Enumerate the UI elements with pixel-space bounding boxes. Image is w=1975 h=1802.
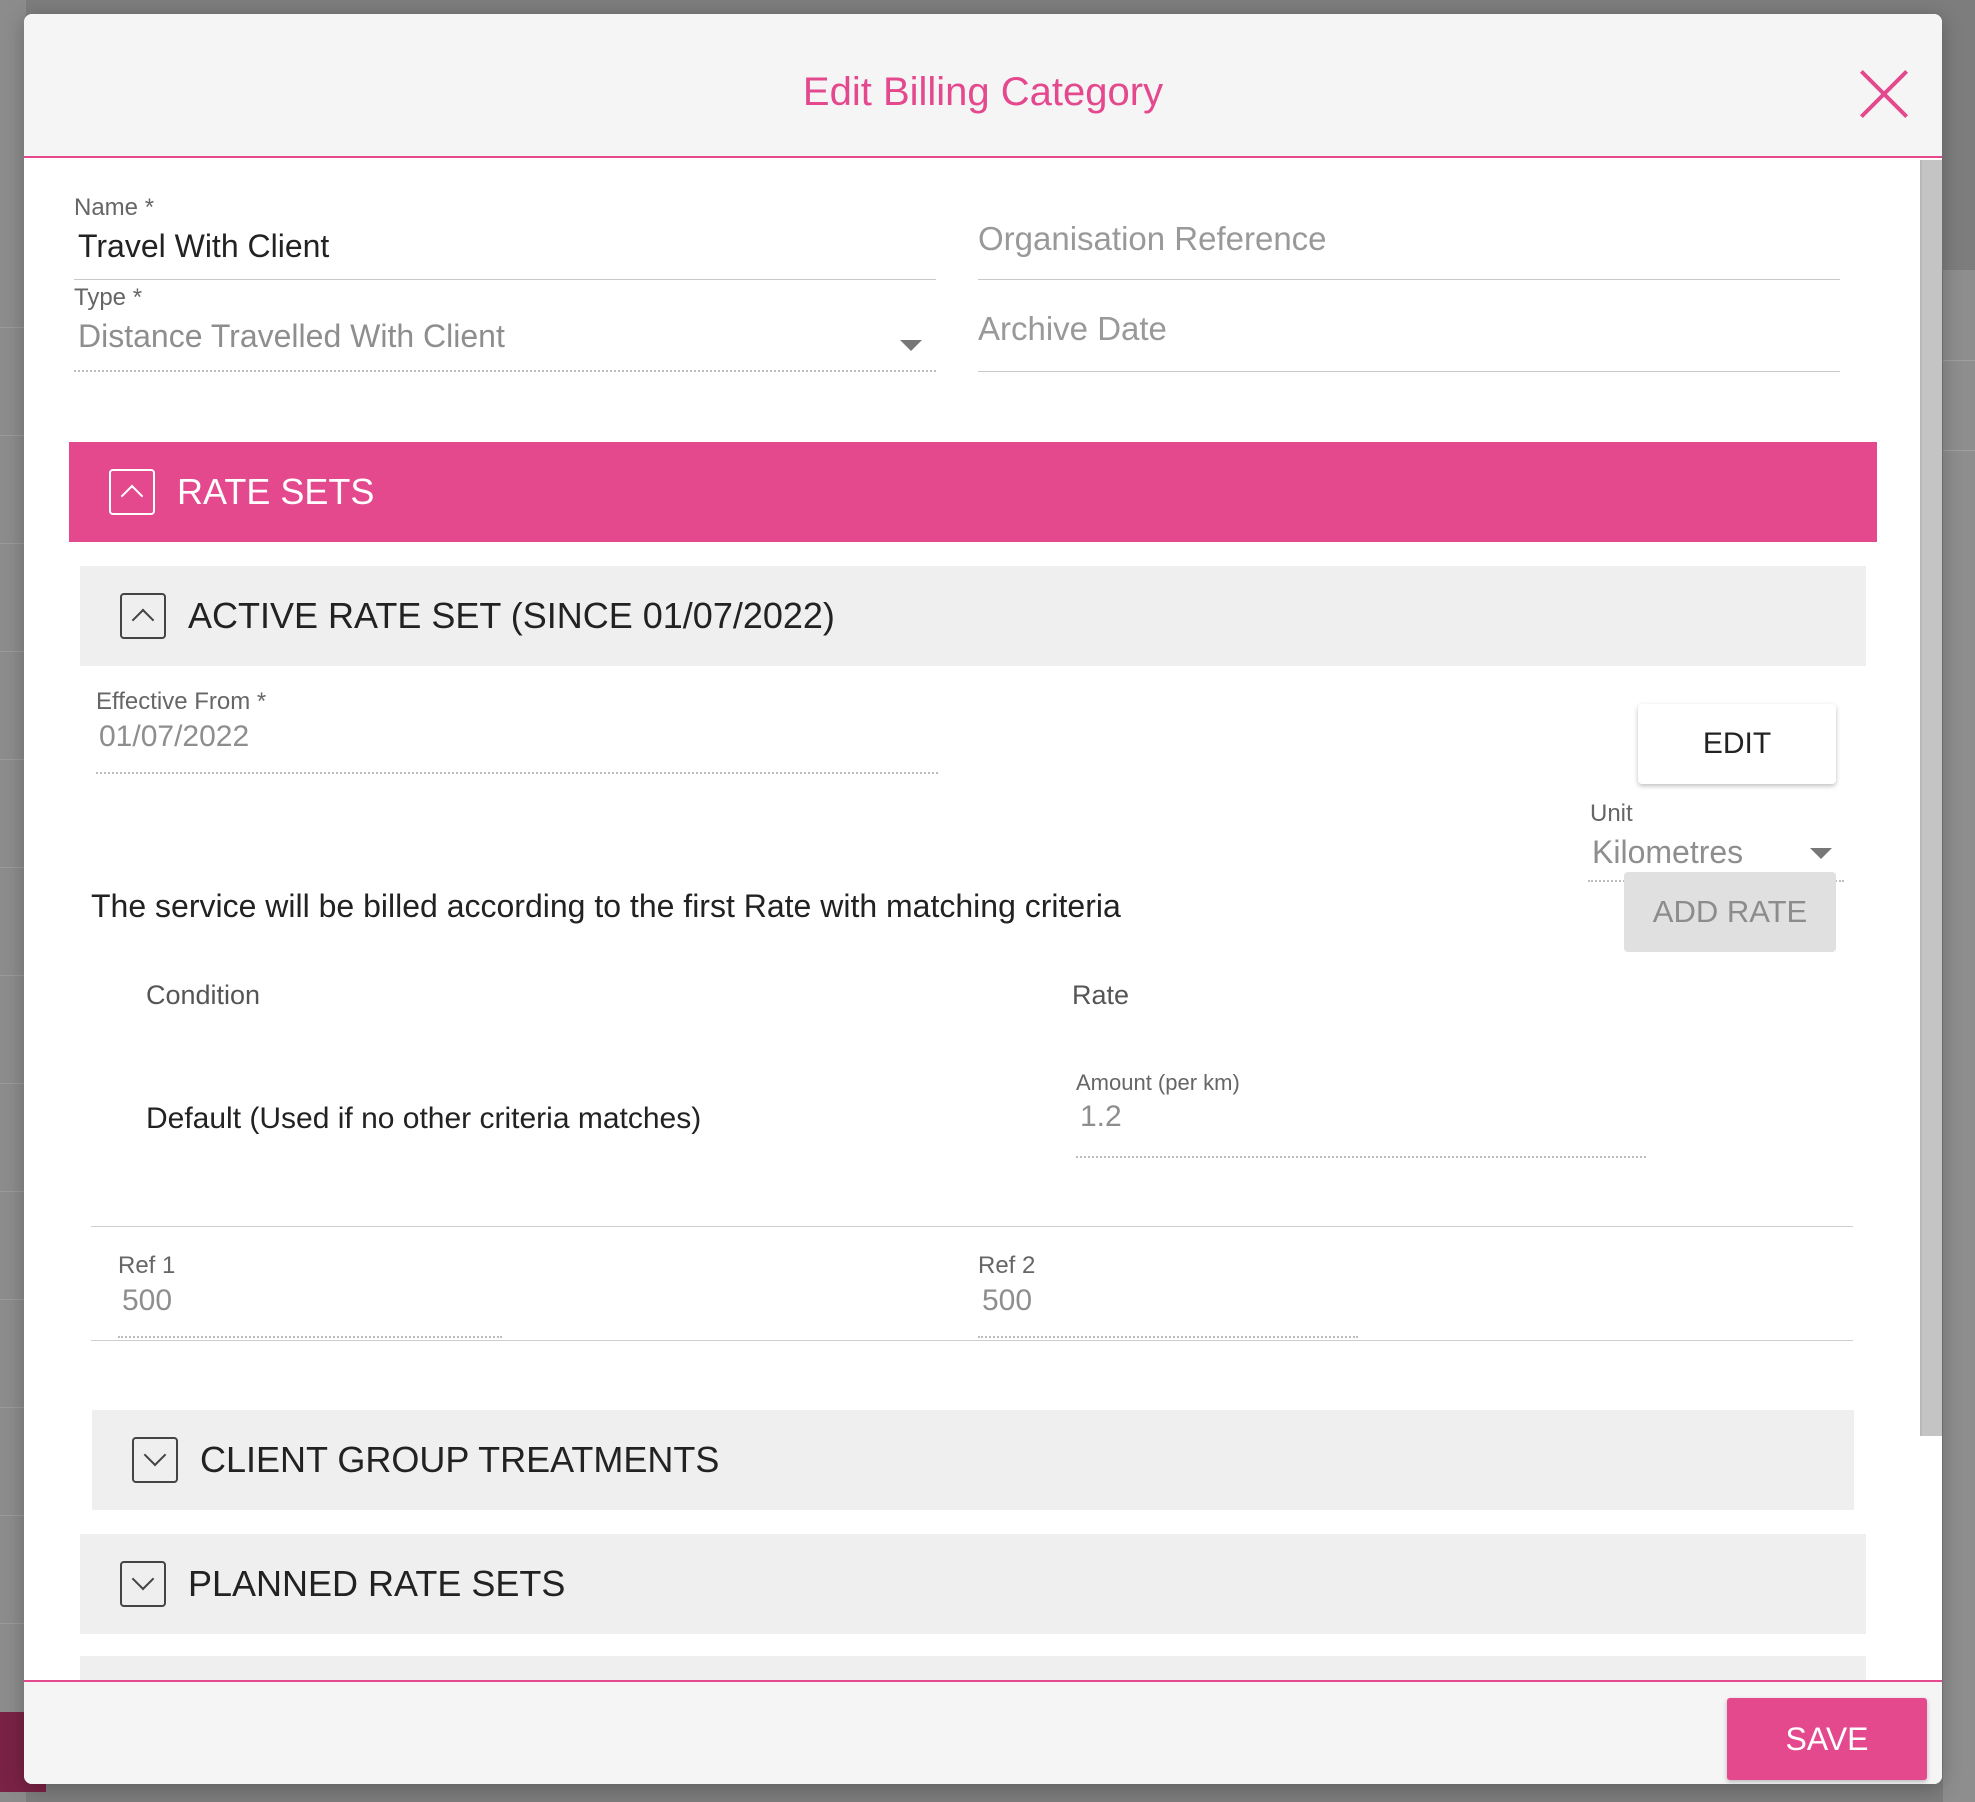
organisation-reference-input[interactable]: Organisation Reference xyxy=(978,220,1840,258)
ref1-field: Ref 1 500 xyxy=(118,1252,502,1338)
background-list-item xyxy=(0,1516,26,1624)
dialog-body: Name * Travel With Client Organisation R… xyxy=(24,160,1942,1680)
edit-billing-category-dialog: Edit Billing Category Name * Travel With… xyxy=(24,14,1942,1784)
ref1-label: Ref 1 xyxy=(118,1252,176,1279)
rate-sets-title: RATE SETS xyxy=(177,471,375,512)
ref1-value: 500 xyxy=(122,1284,173,1317)
active-rate-set-title: ACTIVE RATE SET (SINCE 01/07/2022) xyxy=(188,595,835,636)
chevron-up-icon[interactable] xyxy=(109,469,155,515)
background-list-column xyxy=(0,0,26,1802)
background-list-item xyxy=(0,1408,26,1516)
dialog-title: Edit Billing Category xyxy=(802,70,1164,114)
organisation-reference-field[interactable]: Organisation Reference xyxy=(978,220,1840,280)
amount-field: Amount (per km) 1.2 xyxy=(1076,1070,1646,1158)
background-list-item xyxy=(0,760,26,868)
background-list-item xyxy=(0,1300,26,1408)
chevron-down-icon[interactable] xyxy=(132,1437,178,1483)
close-icon[interactable] xyxy=(1856,66,1912,122)
dialog-footer: SAVE xyxy=(24,1680,1942,1784)
ref2-label: Ref 2 xyxy=(978,1252,1036,1279)
scrollbar[interactable] xyxy=(1920,160,1942,1436)
active-rate-set-header[interactable]: ACTIVE RATE SET (SINCE 01/07/2022) xyxy=(80,566,1866,666)
client-group-treatments-header[interactable]: CLIENT GROUP TREATMENTS xyxy=(92,1410,1854,1510)
chevron-down-icon[interactable] xyxy=(900,340,922,351)
background-list-item xyxy=(0,544,26,652)
background-list-item xyxy=(0,868,26,976)
condition-column-header: Condition xyxy=(146,980,261,1010)
background-list-item xyxy=(0,652,26,760)
type-value[interactable]: Distance Travelled With Client xyxy=(78,318,936,355)
background-list-item xyxy=(0,1192,26,1300)
add-rate-button: ADD RATE xyxy=(1624,872,1836,952)
type-select[interactable]: Type * Distance Travelled With Client xyxy=(74,284,936,372)
type-label: Type * xyxy=(74,284,143,311)
chevron-up-icon[interactable] xyxy=(120,593,166,639)
background-list-item xyxy=(0,976,26,1084)
ref2-value: 500 xyxy=(982,1284,1033,1317)
amount-value: 1.2 xyxy=(1080,1100,1122,1133)
ref2-field: Ref 2 500 xyxy=(978,1252,1358,1338)
amount-label: Amount (per km) xyxy=(1076,1070,1240,1095)
edit-button[interactable]: EDIT xyxy=(1638,704,1836,784)
background-list-item xyxy=(0,220,26,328)
client-group-treatments-title: CLIENT GROUP TREATMENTS xyxy=(200,1439,720,1480)
unit-label: Unit xyxy=(1590,800,1633,827)
archive-date-input[interactable]: Archive Date xyxy=(978,310,1840,348)
planned-rate-sets-title: PLANNED RATE SETS xyxy=(188,1563,566,1604)
background-list-item xyxy=(0,1084,26,1192)
unit-value[interactable]: Kilometres xyxy=(1592,834,1844,871)
name-input[interactable]: Travel With Client xyxy=(78,228,936,265)
name-label: Name * xyxy=(74,194,155,221)
chevron-down-icon[interactable] xyxy=(1810,848,1832,859)
save-button[interactable]: SAVE xyxy=(1727,1698,1927,1780)
unit-select[interactable]: Unit Kilometres xyxy=(1588,800,1844,882)
effective-from-value: 01/07/2022 xyxy=(99,720,250,753)
planned-rate-sets-header[interactable]: PLANNED RATE SETS xyxy=(80,1534,1866,1634)
background-list-item xyxy=(0,328,26,436)
background-list-item xyxy=(0,436,26,544)
row-divider xyxy=(91,1226,1853,1227)
next-section-header xyxy=(80,1656,1866,1680)
dialog-header: Edit Billing Category xyxy=(24,14,1942,158)
background-right-edge xyxy=(1943,270,1975,1802)
rate-sets-section-header[interactable]: RATE SETS xyxy=(69,442,1877,542)
name-field[interactable]: Name * Travel With Client xyxy=(74,194,936,280)
row-divider xyxy=(91,1340,1853,1341)
chevron-down-icon[interactable] xyxy=(120,1561,166,1607)
effective-from-label: Effective From * xyxy=(96,688,267,715)
archive-date-field[interactable]: Archive Date xyxy=(978,310,1840,372)
effective-from-field: Effective From * 01/07/2022 xyxy=(96,688,938,774)
condition-cell: Default (Used if no other criteria match… xyxy=(146,1102,702,1135)
billing-note: The service will be billed according to … xyxy=(91,888,1121,924)
rate-column-header: Rate xyxy=(1072,980,1130,1010)
